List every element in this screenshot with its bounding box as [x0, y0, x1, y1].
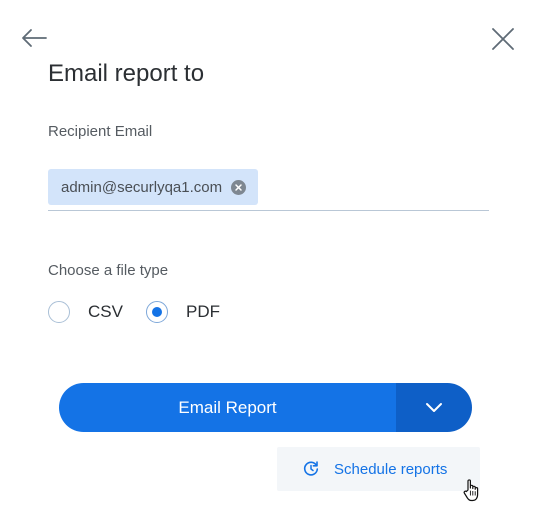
csv-label: CSV [88, 302, 123, 321]
close-button[interactable] [488, 24, 518, 54]
back-button[interactable] [18, 24, 50, 52]
email-options-dropdown-button[interactable] [396, 383, 472, 432]
pdf-radio[interactable] [146, 301, 168, 323]
close-icon [492, 28, 514, 50]
remove-circle-icon [231, 179, 247, 195]
chip-remove-button[interactable] [231, 179, 247, 195]
recipient-email-field[interactable]: admin@securlyqa1.com [48, 168, 489, 211]
file-type-label: Choose a file type [48, 262, 169, 279]
email-report-button[interactable]: Email Report [59, 383, 396, 432]
hand-pointer-cursor [462, 478, 484, 504]
chevron-down-icon [426, 402, 442, 412]
dialog-title: Email report to [48, 60, 205, 87]
file-type-pdf-option[interactable]: PDF [146, 301, 220, 323]
csv-radio[interactable] [48, 301, 70, 323]
recipient-chip: admin@securlyqa1.com [48, 169, 259, 205]
radio-selected-dot [152, 307, 162, 317]
schedule-reports-label: Schedule reports [334, 460, 448, 478]
pdf-label: PDF [186, 302, 220, 321]
arrow-left-icon [22, 29, 47, 47]
recipient-email-label: Recipient Email [48, 123, 153, 140]
schedule-reports-menu-item[interactable]: Schedule reports [277, 447, 480, 491]
refresh-clock-icon [302, 460, 320, 478]
recipient-chip-label: admin@securlyqa1.com [61, 178, 223, 196]
file-type-csv-option[interactable]: CSV [48, 301, 123, 323]
